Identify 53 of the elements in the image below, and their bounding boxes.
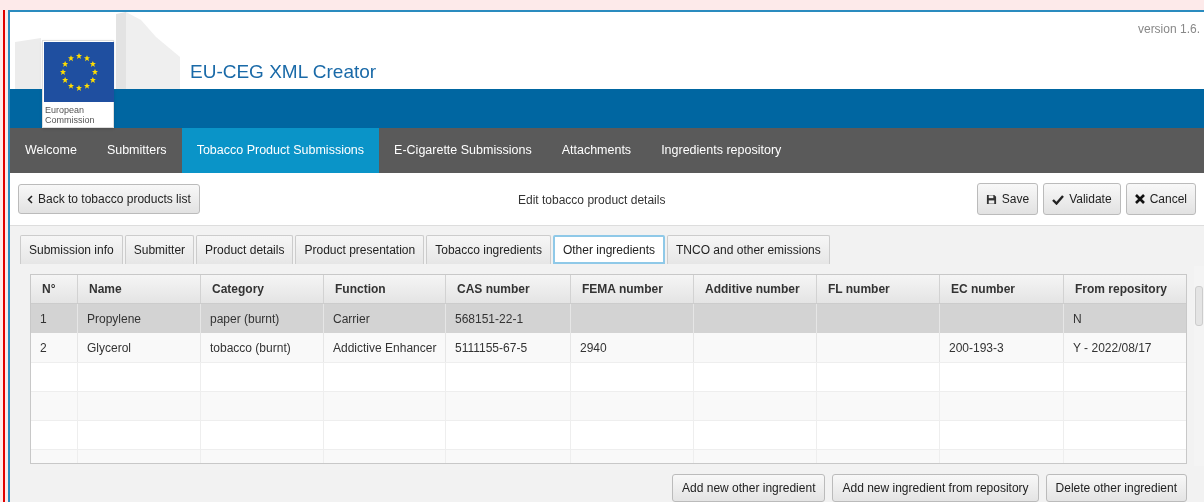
column-header[interactable]: From repository: [1064, 275, 1186, 303]
table-cell-text: 5111155-67-5: [455, 339, 528, 357]
tab[interactable]: Tobacco ingredients: [426, 235, 551, 264]
nav-tab[interactable]: Ingredients repository: [646, 128, 797, 173]
app-title: EU-CEG XML Creator: [190, 60, 377, 84]
flag-stars-icon: [44, 42, 114, 102]
tab[interactable]: Other ingredients: [552, 235, 665, 264]
table-cell-text: 1: [40, 310, 47, 328]
column-header[interactable]: Category: [201, 275, 324, 303]
table-cell-text: paper (burnt): [210, 310, 280, 328]
page-heading: Edit tobacco product details: [518, 192, 666, 209]
table-cell-text: Y - 2022/08/17: [1073, 339, 1152, 357]
table-cell-text: 568151-22-1: [455, 310, 524, 328]
column-header[interactable]: FEMA number: [571, 275, 694, 303]
version-label: version 1.6.: [1137, 21, 1200, 38]
logo-text: European Commission: [44, 104, 96, 127]
ingredient-action-button[interactable]: Add new other ingredient: [672, 474, 826, 502]
nav-tab[interactable]: Welcome: [10, 128, 92, 173]
tab[interactable]: Submitter: [124, 235, 195, 264]
back-button[interactable]: Back to tobacco products list: [18, 184, 200, 214]
save-button[interactable]: Save: [976, 183, 1039, 215]
column-header[interactable]: Additive number: [694, 275, 817, 303]
validate-button[interactable]: Validate: [1043, 183, 1121, 215]
check-icon: [1052, 193, 1065, 205]
table-row[interactable]: 1 Propylene paper (burnt) Carrier 568151-22-1 N: [31, 304, 1186, 333]
close-icon: [1134, 194, 1145, 204]
cancel-button[interactable]: Cancel: [1125, 183, 1196, 215]
column-header[interactable]: N°: [31, 275, 78, 303]
table-cell-text: 200-193-3: [949, 339, 1004, 357]
nav-tab[interactable]: Submitters: [91, 128, 182, 173]
tab[interactable]: Product presentation: [295, 235, 425, 264]
tab[interactable]: TNCO and other emissions: [667, 235, 830, 264]
table-cell-text: N: [1073, 310, 1082, 328]
table-cell-text: 2940: [580, 339, 607, 357]
chevron-left-icon: [27, 194, 33, 204]
column-header[interactable]: CAS number: [446, 275, 571, 303]
column-header[interactable]: FL number: [817, 275, 940, 303]
nav-tab[interactable]: E-Cigarette Submissions: [379, 128, 547, 173]
tab[interactable]: Submission info: [20, 235, 123, 264]
table-cell-text: Propylene: [87, 310, 142, 328]
column-header[interactable]: Function: [324, 275, 446, 303]
table-cell-text: 2: [40, 339, 47, 357]
column-header[interactable]: Name: [78, 275, 201, 303]
nav-tab[interactable]: Attachments: [546, 128, 647, 173]
ingredient-action-button[interactable]: Add new ingredient from repository: [832, 474, 1039, 502]
tab[interactable]: Product details: [196, 235, 294, 264]
table-row[interactable]: 2 Glycerol tobacco (burnt) Addictive Enhancer 5111155-67-5 2940 200-193-3 Y - 2022/08/17: [31, 333, 1186, 362]
table-cell-text: Addictive Enhancer: [333, 339, 437, 357]
column-header[interactable]: EC number: [940, 275, 1064, 303]
ingredient-action-button[interactable]: Delete other ingredient: [1045, 474, 1187, 502]
table-cell-text: tobacco (burnt): [210, 339, 291, 357]
table-cell-text: Carrier: [333, 310, 370, 328]
table-cell-text: Glycerol: [87, 339, 131, 357]
